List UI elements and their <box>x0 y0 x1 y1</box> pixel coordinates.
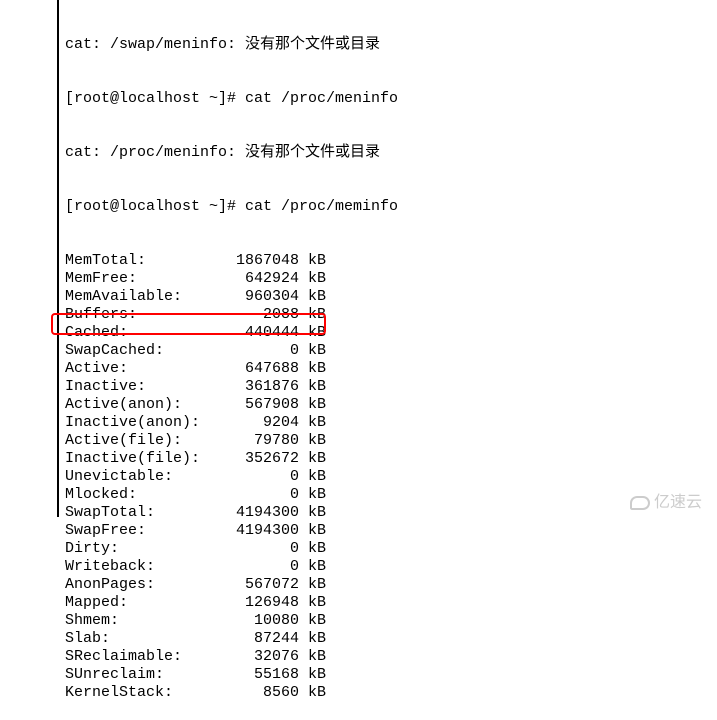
meminfo-row: SwapTotal: 4194300 kB <box>65 504 398 522</box>
meminfo-row: Inactive(anon): 9204 kB <box>65 414 398 432</box>
meminfo-row: Writeback: 0 kB <box>65 558 398 576</box>
shell-prompt-line: [root@localhost ~]# cat /proc/meninfo <box>65 90 398 108</box>
terminal-line: cat: /swap/meninfo: 没有那个文件或目录 <box>65 36 398 54</box>
meminfo-row: Mlocked: 0 kB <box>65 486 398 504</box>
watermark-cloud-icon <box>630 496 650 510</box>
meminfo-row: KernelStack: 8560 kB <box>65 684 398 702</box>
meminfo-row: Unevictable: 0 kB <box>65 468 398 486</box>
watermark: 亿速云 <box>630 494 702 512</box>
meminfo-row: Inactive: 361876 kB <box>65 378 398 396</box>
meminfo-row: Active(anon): 567908 kB <box>65 396 398 414</box>
terminal-line: cat: /proc/meninfo: 没有那个文件或目录 <box>65 144 398 162</box>
meminfo-row: MemAvailable: 960304 kB <box>65 288 398 306</box>
meminfo-row: SUnreclaim: 55168 kB <box>65 666 398 684</box>
meminfo-row: MemFree: 642924 kB <box>65 270 398 288</box>
left-border-line <box>57 0 59 517</box>
shell-prompt-line: [root@localhost ~]# cat /proc/meminfo <box>65 198 398 216</box>
meminfo-row: Inactive(file): 352672 kB <box>65 450 398 468</box>
meminfo-row: SReclaimable: 32076 kB <box>65 648 398 666</box>
watermark-text: 亿速云 <box>654 494 702 512</box>
meminfo-row: Active: 647688 kB <box>65 360 398 378</box>
meminfo-row: Shmem: 10080 kB <box>65 612 398 630</box>
meminfo-row: SwapFree: 4194300 kB <box>65 522 398 540</box>
meminfo-row: Mapped: 126948 kB <box>65 594 398 612</box>
meminfo-row: Slab: 87244 kB <box>65 630 398 648</box>
meminfo-row: AnonPages: 567072 kB <box>65 576 398 594</box>
meminfo-row: Active(file): 79780 kB <box>65 432 398 450</box>
meminfo-row: SwapCached: 0 kB <box>65 342 398 360</box>
meminfo-row: MemTotal: 1867048 kB <box>65 252 398 270</box>
meminfo-row: Cached: 440444 kB <box>65 324 398 342</box>
meminfo-row: Buffers: 2088 kB <box>65 306 398 324</box>
terminal-output: cat: /swap/meninfo: 没有那个文件或目录 [root@loca… <box>65 0 398 720</box>
meminfo-row: Dirty: 0 kB <box>65 540 398 558</box>
